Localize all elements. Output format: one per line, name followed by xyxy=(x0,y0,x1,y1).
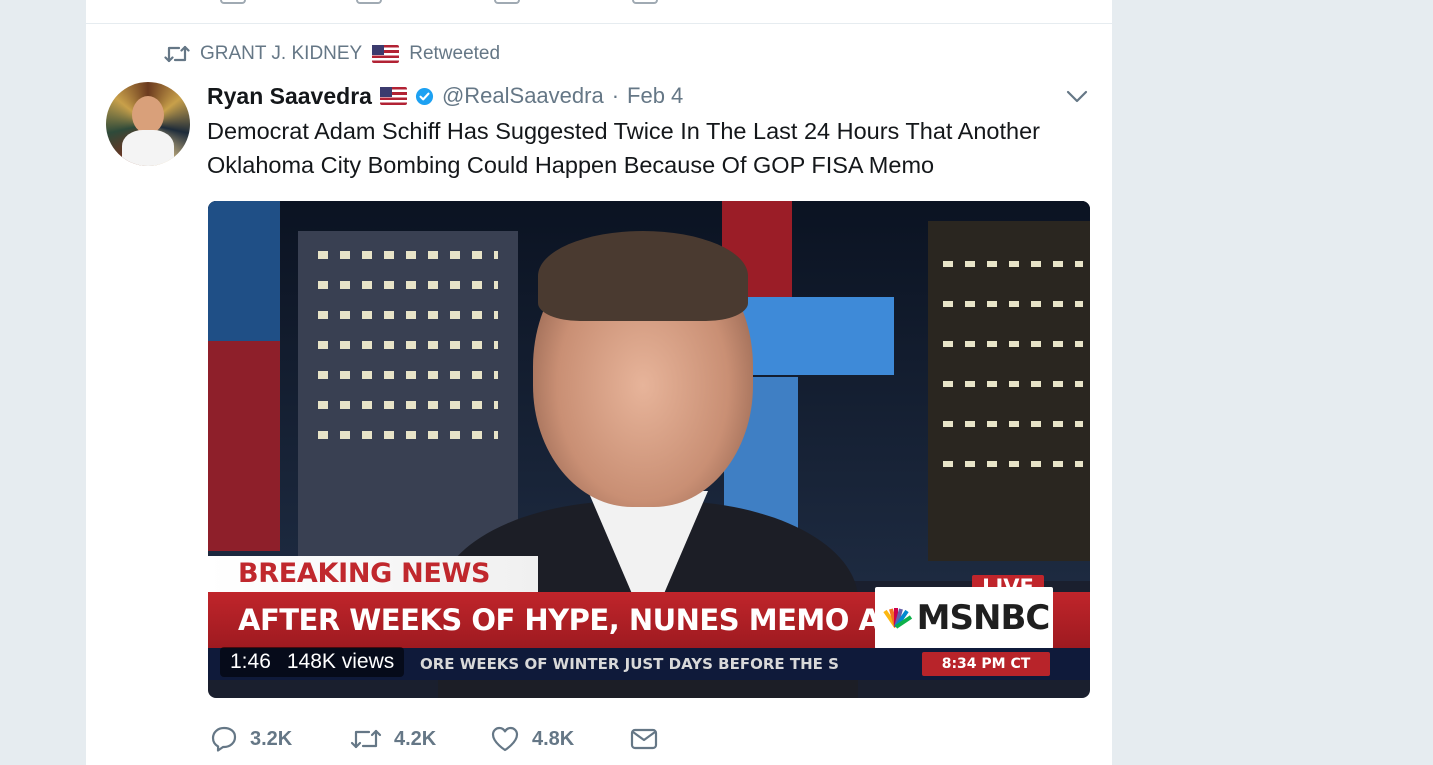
retweet-count: 4.2K xyxy=(394,727,437,750)
like-button[interactable]: 4.8K xyxy=(490,725,630,753)
video-building-right xyxy=(928,221,1090,561)
tweet-date[interactable]: Feb 4 xyxy=(627,83,683,109)
window-row xyxy=(943,341,1083,347)
ticker-text: ORE WEEKS OF WINTER JUST DAYS BEFORE THE… xyxy=(420,655,839,673)
us-flag-icon xyxy=(372,45,400,63)
window-row xyxy=(943,381,1083,387)
author-name[interactable]: Ryan Saavedra xyxy=(207,83,372,110)
tweet-header: Ryan Saavedra @RealSaavedra · Feb 4 xyxy=(207,82,683,110)
window-row xyxy=(943,261,1083,267)
chevron-down-icon[interactable] xyxy=(1066,87,1088,105)
tweet-actions: 3.2K 4.2K 4.8K xyxy=(210,722,658,756)
network-logo: MSNBC xyxy=(875,587,1053,649)
window-row xyxy=(943,461,1083,467)
previous-tweet-actions xyxy=(86,0,1112,24)
avatar-face xyxy=(132,96,164,134)
avatar[interactable] xyxy=(106,82,190,166)
timeline-stream: GRANT J. KIDNEY Retweeted Ryan Saavedra … xyxy=(86,0,1112,765)
previous-retweet-icon[interactable] xyxy=(356,0,382,4)
window-row xyxy=(318,311,498,319)
retweet-icon xyxy=(164,44,190,64)
retweeter-name[interactable]: GRANT J. KIDNEY xyxy=(200,43,362,65)
previous-like-icon[interactable] xyxy=(494,0,520,4)
breaking-news-label: BREAKING NEWS xyxy=(208,556,538,592)
video-views: 148K views xyxy=(286,650,395,673)
retweet-button[interactable]: 4.2K xyxy=(350,727,490,751)
like-count: 4.8K xyxy=(532,727,575,750)
video-panel-red xyxy=(208,341,280,551)
like-icon xyxy=(490,725,520,753)
dot-separator: · xyxy=(611,83,620,108)
ticker-time: 8:34 PM CT xyxy=(922,652,1050,676)
window-row xyxy=(318,281,498,289)
window-row xyxy=(318,431,498,439)
video-panel-blue xyxy=(208,201,280,341)
tweet-text: Democrat Adam Schiff Has Suggested Twice… xyxy=(207,118,1040,178)
retweet-icon xyxy=(350,727,382,751)
direct-message-button[interactable] xyxy=(630,727,658,751)
verified-badge-icon xyxy=(415,87,434,106)
window-row xyxy=(318,341,498,349)
window-row xyxy=(318,251,498,259)
window-row xyxy=(318,371,498,379)
video-duration: 1:46 xyxy=(230,650,271,673)
retweeted-label: Retweeted xyxy=(409,43,501,64)
video-player[interactable]: BREAKING NEWS AFTER WEEKS OF HYPE, NUNES… xyxy=(208,201,1090,698)
video-speaker-hair xyxy=(538,231,748,321)
previous-reply-icon[interactable] xyxy=(220,0,246,4)
previous-message-icon[interactable] xyxy=(632,0,658,4)
direct-message-icon xyxy=(630,727,658,751)
author-handle[interactable]: @RealSaavedra xyxy=(442,83,604,109)
network-name: MSNBC xyxy=(916,598,1051,638)
window-row xyxy=(943,421,1083,427)
peacock-icon xyxy=(883,608,912,629)
window-row xyxy=(943,301,1083,307)
reply-button[interactable]: 3.2K xyxy=(210,725,350,753)
reply-count: 3.2K xyxy=(250,727,293,750)
retweet-context: GRANT J. KIDNEY Retweeted xyxy=(164,42,500,66)
avatar-shirt xyxy=(122,130,174,166)
reply-icon xyxy=(210,725,238,753)
us-flag-icon xyxy=(379,87,407,105)
window-row xyxy=(318,401,498,409)
video-info-overlay: 1:46 148K views xyxy=(220,647,405,677)
